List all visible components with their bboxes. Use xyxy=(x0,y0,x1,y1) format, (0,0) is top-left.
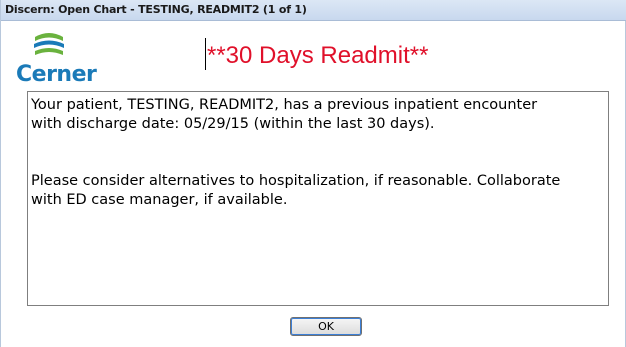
text-cursor xyxy=(205,38,206,70)
logo-wordmark: Cerner xyxy=(16,62,97,87)
cerner-logo: Cerner xyxy=(16,28,111,87)
alert-message-box: Your patient, TESTING, READMIT2, has a p… xyxy=(27,91,609,306)
message-line: with ED case manager, if available. xyxy=(31,192,288,208)
alert-headline: **30 Days Readmit** xyxy=(207,42,429,69)
window-title: Discern: Open Chart - TESTING, READMIT2 … xyxy=(5,3,307,16)
ok-button[interactable]: OK xyxy=(290,317,362,336)
message-line: Please consider alternatives to hospital… xyxy=(31,173,561,189)
message-line: with discharge date: 05/29/15 (within th… xyxy=(31,116,435,132)
title-bar[interactable]: Discern: Open Chart - TESTING, READMIT2 … xyxy=(1,0,626,21)
message-line: Your patient, TESTING, READMIT2, has a p… xyxy=(31,97,538,113)
dialog-window: Discern: Open Chart - TESTING, READMIT2 … xyxy=(0,0,626,347)
cerner-logo-icon xyxy=(34,33,64,55)
